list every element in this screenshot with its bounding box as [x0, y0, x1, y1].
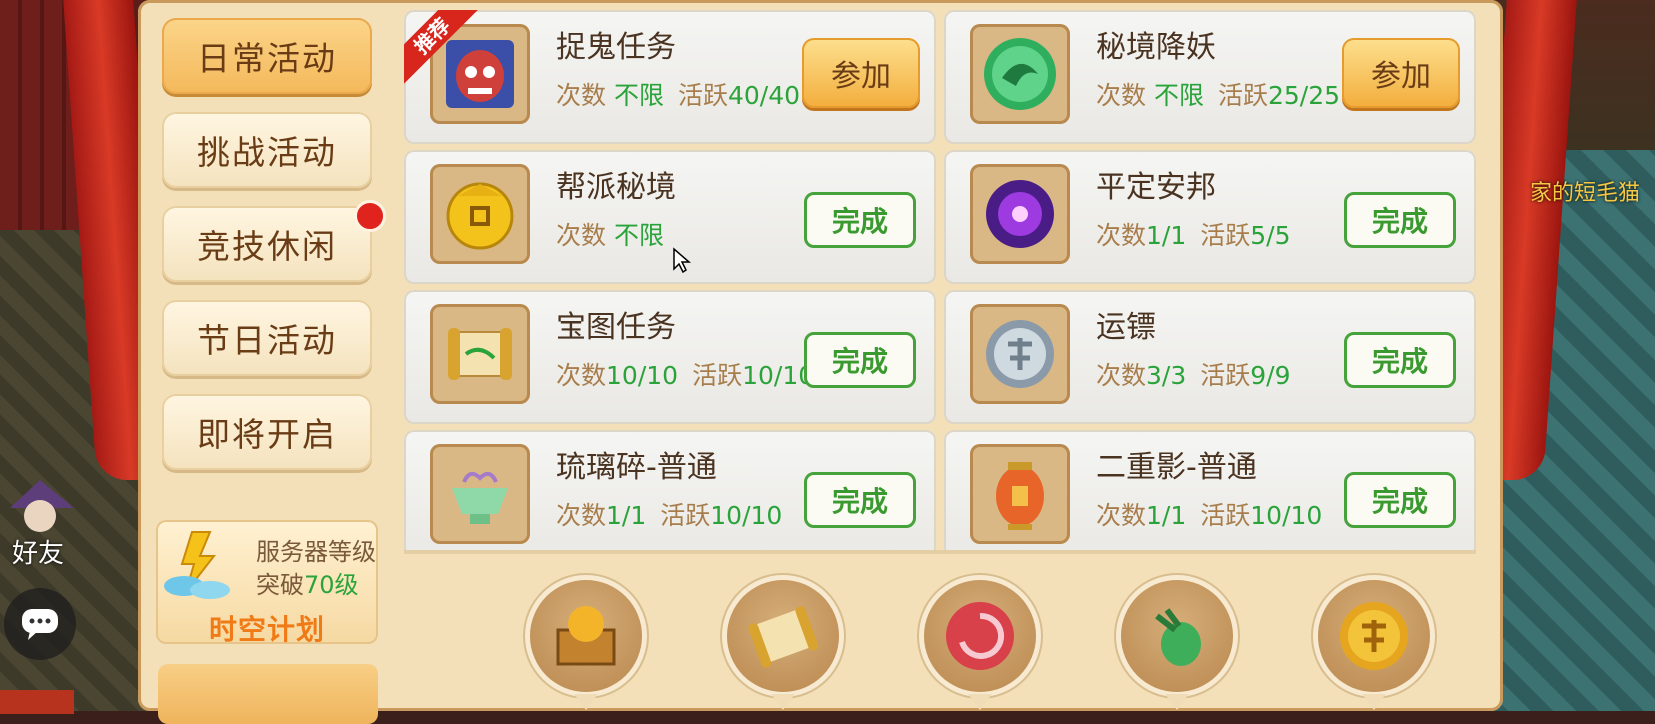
player-name-text: 家的短毛猫 [1530, 181, 1641, 206]
complete-button[interactable]: 完成 [804, 192, 916, 248]
activity-icon-frame [970, 304, 1070, 404]
activity-stats: 次数1/1 活跃10/10 [556, 501, 783, 530]
avatar [10, 480, 74, 532]
gold-dream-coin-icon [1340, 602, 1408, 670]
activity-name: 二重影-普通 [1096, 450, 1257, 485]
join-button[interactable]: 参加 [1342, 38, 1460, 108]
activity-stats: 次数1/1 活跃5/5 [1096, 221, 1291, 250]
activity-stats: 次数3/3 活跃9/9 [1096, 361, 1291, 390]
activity-card-guild-realm[interactable]: 帮派秘境 次数 不限 完成 [404, 150, 936, 284]
server-level-promo[interactable]: 服务器等级 突破70级 时空计划 [156, 520, 378, 646]
lantern-icon [996, 462, 1044, 530]
notification-dot [354, 200, 386, 232]
tab-label: 挑战活动 [197, 133, 337, 172]
red-swirl-orb-icon [946, 602, 1014, 670]
glass-bowl-icon [452, 471, 508, 524]
silver-medal-icon [986, 320, 1054, 388]
activity-icon-frame [970, 444, 1070, 544]
activity-reward-1[interactable] [530, 580, 642, 710]
mouse-cursor-icon [673, 247, 692, 273]
activity-card-treasure-map[interactable]: 宝图任务 次数10/10 活跃10/10 完成 [404, 290, 936, 424]
complete-button[interactable]: 完成 [1344, 192, 1456, 248]
promo-line1: 服务器等级 [256, 538, 376, 566]
activity-name: 宝图任务 [556, 310, 676, 345]
lightning-cloud-icon [164, 531, 230, 599]
activity-stats: 次数 不限 活跃40/40 [556, 81, 801, 110]
promo-line2: 突破70级 [256, 571, 359, 599]
tab-challenge-activities[interactable]: 挑战活动 [162, 112, 372, 188]
activity-reward-4[interactable] [1121, 580, 1233, 710]
friend-button[interactable]: 好友 [2, 478, 82, 569]
tab-label: 节日活动 [197, 321, 337, 360]
tab-daily-activities[interactable]: 日常活动 [162, 18, 372, 94]
purple-orb-icon [986, 180, 1054, 248]
chat-bubble-icon [22, 609, 58, 640]
activity-card-catch-ghost[interactable]: 推荐 捉鬼任务 次数 不限 活跃40/40 参加 [404, 10, 936, 144]
activity-card-secret-realm[interactable]: 秘境降妖 次数 不限 活跃25/25 参加 [944, 10, 1476, 144]
activity-card-glass-shards[interactable]: 琉璃碎-普通 次数1/1 活跃10/10 完成 [404, 430, 936, 550]
complete-button[interactable]: 完成 [804, 332, 916, 388]
tab-coming-soon[interactable]: 即将开启 [162, 394, 372, 470]
activity-name: 秘境降妖 [1096, 30, 1216, 65]
tab-festival-activities[interactable]: 节日活动 [162, 300, 372, 376]
activity-icon-frame [430, 304, 530, 404]
activity-stats: 次数 不限 [556, 221, 664, 250]
jade-dragon-icon [984, 38, 1056, 110]
activity-icon-frame [970, 24, 1070, 124]
activity-stats: 次数1/1 活跃10/10 [1096, 501, 1323, 530]
gold-coin-icon [446, 182, 514, 250]
activity-reward-5[interactable] [1318, 580, 1430, 710]
tab-label: 日常活动 [197, 39, 337, 78]
treasure-chest-icon [556, 606, 616, 666]
join-button[interactable]: 参加 [802, 38, 920, 108]
treasure-map-icon [448, 328, 512, 380]
recommended-ribbon: 推荐 [404, 10, 478, 84]
activity-card-pacify-land[interactable]: 平定安邦 次数1/1 活跃5/5 完成 [944, 150, 1476, 284]
activity-icon-frame [430, 164, 530, 264]
complete-button[interactable]: 完成 [804, 472, 916, 528]
tab-label: 竞技休闲 [197, 227, 337, 266]
tab-label: 即将开启 [197, 415, 337, 454]
activity-icon-frame [970, 164, 1070, 264]
activity-card-escort[interactable]: 运镖 次数3/3 活跃9/9 完成 [944, 290, 1476, 424]
activity-card-double-shadow[interactable]: 二重影-普通 次数1/1 活跃10/10 完成 [944, 430, 1476, 550]
activity-name: 平定安邦 [1096, 170, 1216, 205]
activity-name: 运镖 [1096, 310, 1156, 345]
scroll-icon [748, 606, 819, 668]
activity-icon-frame [430, 444, 530, 544]
promo-title: 时空计划 [208, 613, 325, 646]
list-divider [404, 550, 1476, 554]
activity-name: 捉鬼任务 [556, 30, 676, 65]
activity-list[interactable]: 推荐 捉鬼任务 次数 不限 活跃40/40 参加 秘境降妖 次数 不限 活跃25/2… [404, 10, 1476, 550]
chat-button[interactable] [4, 588, 76, 660]
activity-sidebar: 日常活动 挑战活动 竞技休闲 节日活动 即将开启 服务器等级 突破70级 时空计… [138, 0, 388, 724]
activity-reward-3[interactable] [924, 580, 1036, 710]
activity-stats: 次数 不限 活跃25/25 [1096, 81, 1341, 110]
activity-name: 帮派秘境 [556, 170, 676, 205]
complete-button[interactable]: 完成 [1344, 472, 1456, 528]
system-chat-tag [0, 690, 74, 714]
friend-label: 好友 [12, 539, 65, 569]
green-pouch-icon [1155, 608, 1201, 666]
complete-button[interactable]: 完成 [1344, 332, 1456, 388]
activity-name: 琉璃碎-普通 [556, 450, 717, 485]
secondary-promo[interactable] [158, 664, 378, 724]
activity-stats: 次数10/10 活跃10/10 [556, 361, 815, 390]
tab-arena-leisure[interactable]: 竞技休闲 [162, 200, 386, 282]
activity-reward-2[interactable] [727, 580, 839, 710]
